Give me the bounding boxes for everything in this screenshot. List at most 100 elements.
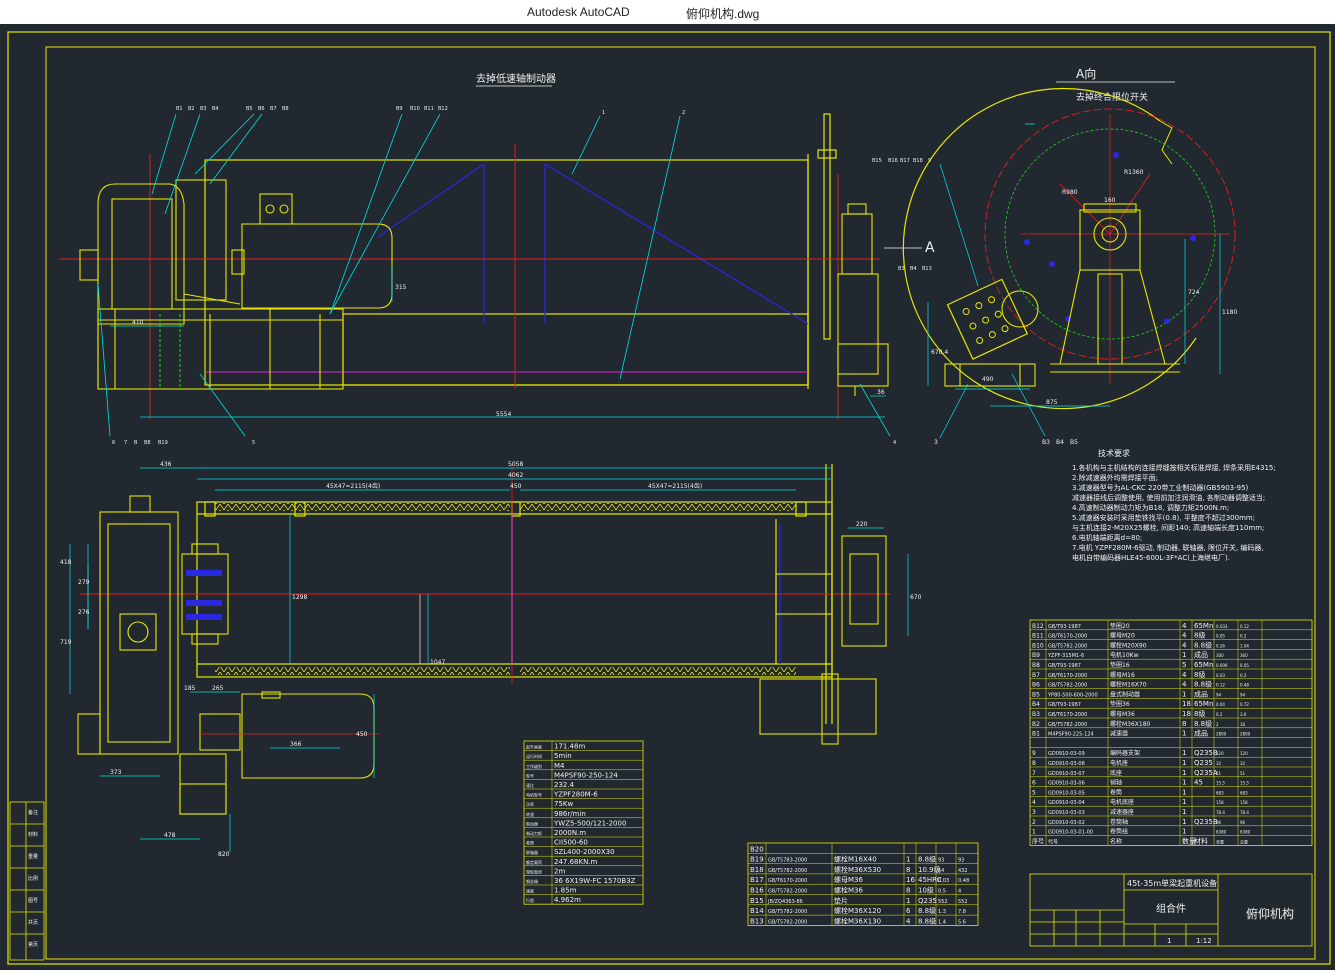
bom-right-cell: 1 (1182, 828, 1186, 836)
perf-table-cell: 电机型号 (526, 792, 542, 798)
bom-right-cell: 螺母M20 (1110, 632, 1135, 640)
bom-lower-cell: B19 (750, 856, 764, 864)
bom-lower-cell: B18 (750, 866, 764, 874)
bom-lower-cell: GB/T5782-2000 (768, 889, 807, 895)
bom-right-cell: 7 (1032, 770, 1036, 777)
bom-right-cell: 1.04 (1240, 643, 1249, 648)
note-brake-removed: 去掉低速轴制动器 (476, 72, 556, 85)
left-strip (9, 801, 45, 961)
app-title: Autodesk AutoCAD (527, 5, 630, 19)
bom-right-cell: 51 (1216, 771, 1222, 776)
bom-right-cell: 编码器支架 (1110, 749, 1140, 757)
bom-right-cell: 1 (1182, 749, 1186, 757)
bom-lower-cell: GB/T5782-2000 (768, 909, 807, 915)
dim-label: R980 (1062, 189, 1078, 196)
bom-right-cell: Q235B (1194, 749, 1218, 757)
bom-lower-cell: 93 (958, 858, 964, 864)
bom-lower-cell: GB/T5782-2000 (768, 868, 807, 874)
tech-line: 减速器接线后调整使用, 使用前加注润滑油, 各制动器调整适当; (1072, 493, 1265, 502)
cad-drawing: 备注 材料 重量 比例 图号 共页 第页 去掉低速轴制动器 A B1 B2 B3… (7, 31, 1331, 965)
bom-right-cell: GB/T93-1987 (1048, 624, 1081, 630)
balloon-label: 3 (934, 439, 938, 446)
bom-right-cell: 卷筒轴 (1110, 818, 1128, 826)
perf-table-cell: 2m (554, 867, 565, 875)
perf-table-cell: 2000N.m (554, 829, 586, 837)
perf-table-cell: 制动器 (526, 820, 538, 826)
tech-line: 与主机连接2-M20X25螺栓, 间距140; 高速轴端长度110mm; (1072, 523, 1264, 532)
bom-right-cell: 8级 (1194, 670, 1205, 679)
bom-right-cell: 材料 (1194, 836, 1208, 845)
dim-label: 279 (78, 579, 90, 586)
balloon-label: B9 (396, 106, 403, 112)
bom-right-cell: 成品 (1194, 729, 1208, 738)
drawing-canvas[interactable]: 备注 材料 重量 比例 图号 共页 第页 去掉低速轴制动器 A B1 B2 B3… (0, 24, 1335, 970)
bom-right-cell: 螺母M36 (1110, 710, 1135, 718)
perf-table-cell: 工作级别 (526, 763, 542, 769)
bom-right-cell: 单重 (1216, 838, 1224, 844)
bom-lower-cell: 1.4 (938, 919, 946, 925)
bom-right-cell: GB/T93-1987 (1048, 663, 1081, 669)
bom-right-cell: GD0910-03-04 (1048, 800, 1085, 806)
dim-label: 5554 (496, 411, 511, 418)
bom-lower-cell: 552 (938, 899, 948, 905)
bom-right-cell: 0.04 (1216, 702, 1225, 707)
bom-right-cell: 8级 (1194, 709, 1205, 718)
bom-right-cell: GD0910-03-08 (1048, 761, 1085, 767)
dim-label: 724 (1188, 289, 1200, 296)
tech-title: 技术要求 (1098, 448, 1130, 458)
bom-lower-cell: 93 (938, 858, 944, 864)
bom-right-cell: 卷筒 (1110, 788, 1122, 796)
note-limit-switch: 去掉终合限位开关 (1076, 91, 1148, 103)
bom-right-cell: 减速器座 (1110, 808, 1134, 816)
balloon-label: B5 (1070, 439, 1078, 446)
perf-table-cell: 额定载荷 (526, 859, 542, 865)
bom-right-cell: GB/T93-1987 (1048, 702, 1081, 708)
bom-right-cell: 1 (1182, 788, 1186, 796)
strip-label: 备注 (28, 809, 38, 816)
bom-right-cell: 0.26 (1216, 643, 1225, 648)
bom-right-cell: 电机10Kw (1110, 651, 1139, 659)
balloon-label: B2 (188, 106, 195, 112)
balloon-label: 2 (682, 110, 685, 116)
bom-right-cell: 45 (1194, 779, 1203, 787)
dim-label: 719 (60, 639, 72, 646)
balloon-label: B19 (158, 440, 168, 446)
tech-line: 3.减速器型号为AL-CKC 220带工业制动器(GB5903-95) (1072, 483, 1249, 492)
bom-table-right: B12 GB/T93-1987 垫圈20 4 65Mn 0.033 0.12B11 GB/T6… (1029, 619, 1313, 846)
perf-table-cell: 运行时间 (526, 753, 542, 759)
bom-right-cell: 卷筒组 (1110, 828, 1128, 836)
bom-right-cell: 2 (1216, 722, 1219, 727)
perf-table-cell: 4.962m (554, 896, 581, 904)
perf-table-cell: 171.48m (554, 743, 585, 751)
bom-right-cell: 9 (1032, 750, 1036, 757)
bom-right-cell: 成品 (1194, 689, 1208, 698)
bom-right-cell: 0.033 (1216, 624, 1228, 629)
perf-table-cell: 制动力矩 (526, 830, 542, 836)
balloon-label: B (134, 440, 138, 446)
bom-right-cell: 5 (1182, 661, 1186, 669)
balloon-label: B7 (270, 106, 277, 112)
dim-label: 875 (1046, 399, 1058, 406)
bom-lower-cell: B14 (750, 907, 764, 915)
bom-right-cell: GB/T6170-2000 (1048, 712, 1087, 718)
bom-right-cell: B12 (1032, 623, 1044, 630)
bom-right-cell: 94 (1240, 692, 1246, 697)
bom-right-cell: GD0910-03-09 (1048, 751, 1085, 757)
bearing-support-front (837, 203, 889, 396)
balloon-label: B11 (424, 106, 434, 112)
bom-right-cell: 1 (1182, 730, 1186, 738)
bom-right-cell: 1 (1182, 808, 1186, 816)
bom-right-cell: 2800 (1240, 732, 1251, 737)
perf-table-cell: 滑轮直径 (526, 868, 542, 874)
document-tab-title[interactable]: 俯仰机构.dwg (686, 5, 759, 22)
bom-right-cell: B7 (1032, 672, 1040, 679)
bom-right-cell: 32 (1240, 761, 1246, 766)
bom-right-cell: 51 (1240, 771, 1246, 776)
bom-lower-cell: 432 (958, 868, 968, 874)
bom-right-cell: GB/T5782-2000 (1048, 722, 1087, 728)
bom-right-cell: GB/T6170-2000 (1048, 634, 1087, 640)
bom-right-cell: 1 (1182, 690, 1186, 698)
strip-label: 重量 (28, 853, 38, 860)
bom-right-cell: 65Mn (1194, 700, 1213, 708)
dim-label: 1047 (430, 659, 445, 666)
